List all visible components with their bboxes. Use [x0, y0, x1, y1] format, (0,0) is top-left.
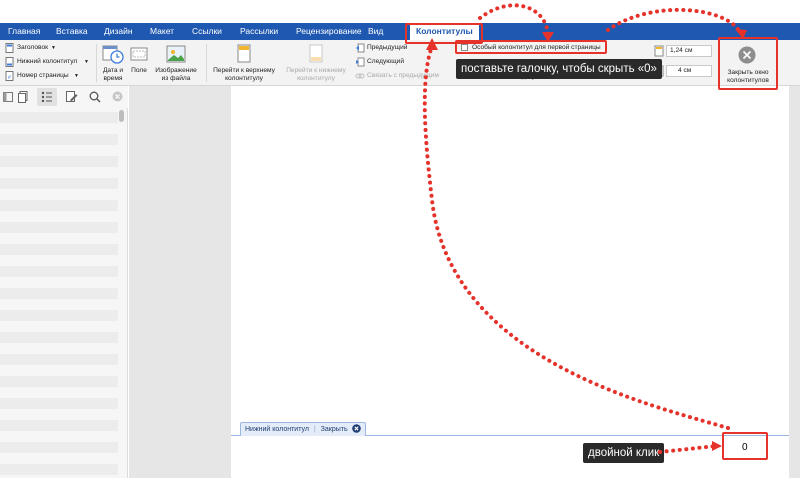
annotation-arrows	[422, 3, 747, 454]
